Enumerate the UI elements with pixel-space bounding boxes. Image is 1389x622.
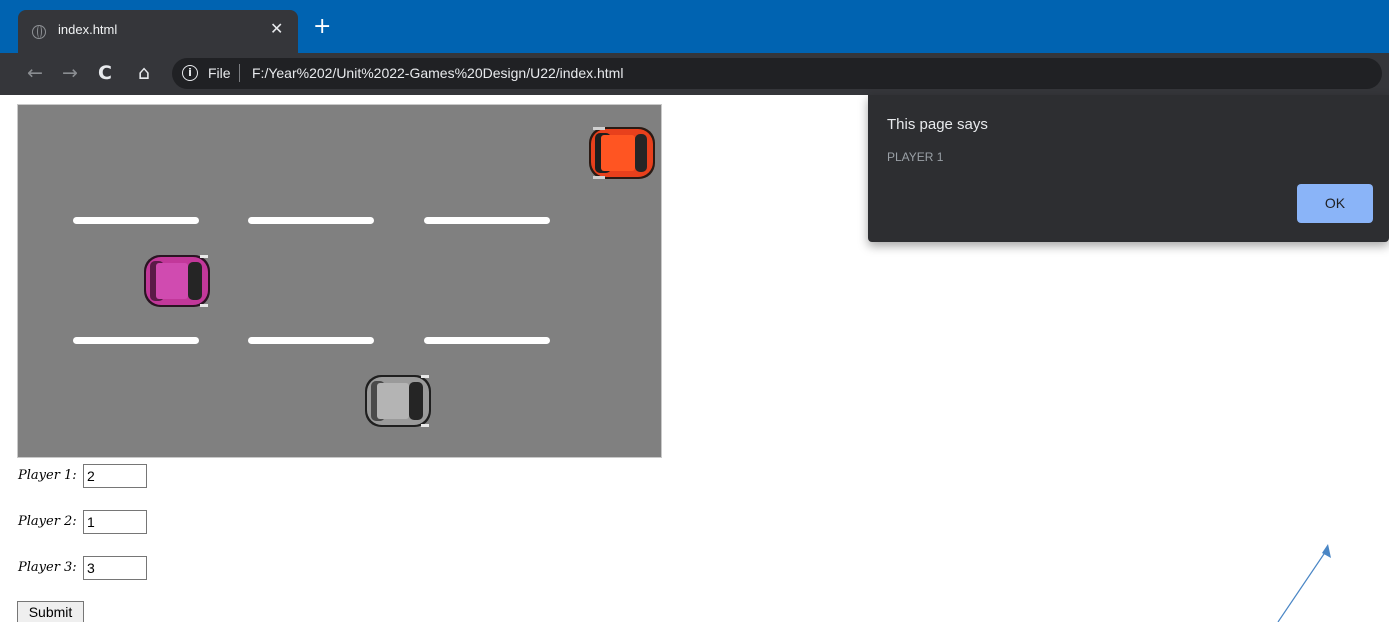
grey-car: [365, 375, 431, 427]
player-1-label: Player 1:: [18, 468, 77, 483]
close-tab-icon[interactable]: ✕: [270, 20, 283, 38]
forward-arrow-icon[interactable]: →: [56, 59, 84, 87]
back-arrow-icon[interactable]: ←: [21, 59, 49, 87]
scheme-label: File: [208, 65, 231, 81]
annotation-arrow: [1277, 544, 1331, 622]
globe-icon: [32, 25, 46, 39]
player-1-input[interactable]: [83, 464, 147, 488]
home-icon[interactable]: ⌂: [130, 59, 158, 87]
url-divider: [239, 64, 240, 82]
tab-title: index.html: [58, 22, 118, 37]
submit-button[interactable]: Submit: [17, 601, 84, 622]
alert-message: PLAYER 1: [887, 150, 944, 164]
browser-toolbar: ← → C ⌂ i File F:/Year%202/Unit%2022-Gam…: [0, 53, 1389, 95]
lane-marking: [73, 217, 199, 224]
lane-marking: [248, 337, 374, 344]
lane-marking: [424, 217, 550, 224]
tab-strip: index.html ✕ +: [0, 0, 1389, 53]
game-canvas[interactable]: [17, 104, 662, 458]
alert-dialog: This page says PLAYER 1 OK: [868, 95, 1389, 242]
alert-title: This page says: [887, 116, 988, 133]
player-2-label: Player 2:: [18, 514, 77, 529]
lane-marking: [248, 217, 374, 224]
url-text[interactable]: F:/Year%202/Unit%2022-Games%20Design/U22…: [252, 65, 623, 81]
player-3-label: Player 3:: [18, 560, 77, 575]
player-3-input[interactable]: [83, 556, 147, 580]
browser-tab[interactable]: index.html ✕: [18, 10, 298, 53]
lane-marking: [73, 337, 199, 344]
address-bar[interactable]: i File F:/Year%202/Unit%2022-Games%20Des…: [172, 58, 1382, 89]
info-icon[interactable]: i: [182, 65, 198, 81]
player-2-input[interactable]: [83, 510, 147, 534]
red-car: [589, 127, 655, 179]
ok-button[interactable]: OK: [1297, 184, 1373, 223]
pink-car: [144, 255, 210, 307]
reload-icon[interactable]: C: [91, 59, 119, 87]
lane-marking: [424, 337, 550, 344]
new-tab-button[interactable]: +: [313, 16, 331, 38]
